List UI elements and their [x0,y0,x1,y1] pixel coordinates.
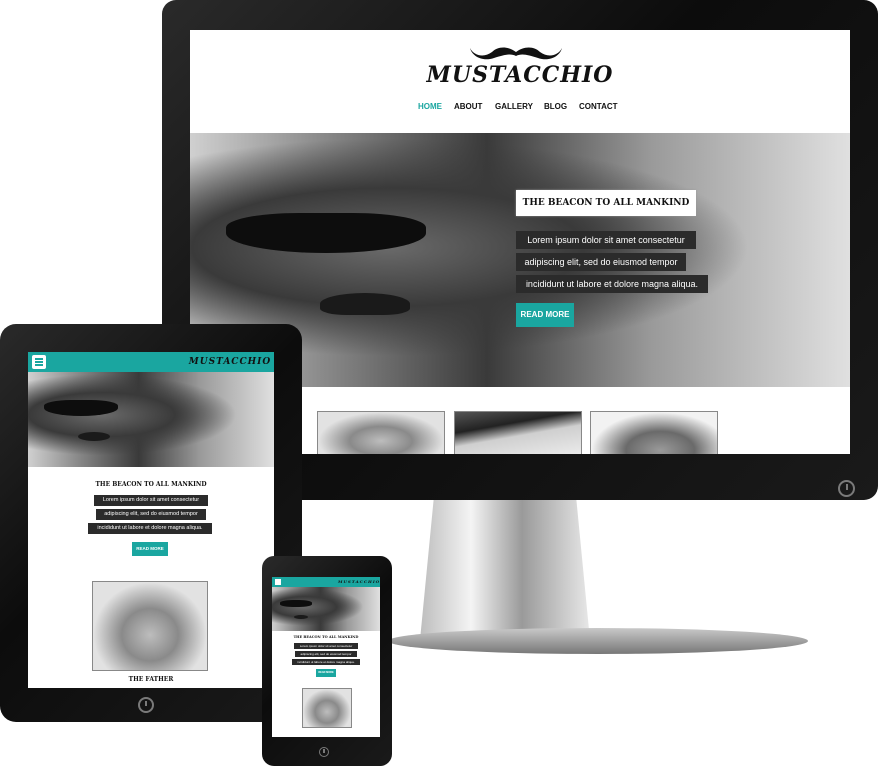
tablet-line-3: incididunt ut labore et dolore magna ali… [88,523,212,534]
tablet-screen: MUSTACCHIO THE BEACON TO ALL MANKIND Lor… [28,352,274,688]
tablet-hero-title: THE BEACON TO ALL MANKIND [95,481,207,488]
monitor-stand [420,500,590,640]
hero-line-3: incididunt ut labore et dolore magna ali… [516,275,708,293]
tablet-feature-image [92,581,208,671]
tablet-hero-image [28,372,274,467]
tablet-logo[interactable]: MUSTACCHIO [188,357,272,367]
nav-home[interactable]: HOME [418,102,442,111]
gallery-thumb-3[interactable] [590,411,718,454]
monitor-base [388,628,808,654]
phone-hero-image [272,587,380,631]
mustache-icon [470,47,562,60]
phone-menu-icon[interactable] [275,579,281,585]
nav-blog[interactable]: BLOG [544,102,567,111]
hero-line-2: adipiscing elit, sed do eiusmod tempor [516,253,686,271]
nav-contact[interactable]: CONTACT [579,102,618,111]
tablet-power-icon[interactable] [138,697,154,713]
tablet-read-more-button[interactable]: READ MORE [132,542,168,556]
phone-logo[interactable]: MUSTACCHIO [338,579,379,584]
mustache-shape [320,293,410,315]
sunglasses-shape [226,213,426,253]
phone-read-more-button[interactable]: READ MORE [316,669,336,677]
hero-line-1: Lorem ipsum dolor sit amet consectetur [516,231,696,249]
tablet-feature-caption: THE FATHER [128,676,174,683]
phone-line-3: incididunt ut labore et dolore magna ali… [292,659,360,665]
nav-gallery[interactable]: GALLERY [495,102,533,111]
tablet-line-1: Lorem ipsum dolor sit amet consectetur [94,495,208,506]
phone-line-1: Lorem ipsum dolor sit amet consectetur [294,643,358,649]
gallery-thumb-2[interactable] [454,411,582,454]
hero-title: THE BEACON TO ALL MANKIND [522,198,690,208]
nav-about[interactable]: ABOUT [454,102,482,111]
tablet-menu-icon[interactable] [32,355,46,369]
site-logo[interactable]: MUSTACCHIO [420,62,620,88]
read-more-button[interactable]: READ MORE [516,303,574,327]
monitor-power-icon[interactable] [838,480,855,497]
phone-screen: MUSTACCHIO THE BEACON TO ALL MANKIND Lor… [272,577,380,737]
phone-hero-title: THE BEACON TO ALL MANKIND [293,635,359,639]
gallery-thumb-1[interactable] [317,411,445,454]
phone-power-icon[interactable] [319,747,329,757]
phone-line-2: adipiscing elit, sed do eiusmod tempor [295,651,357,657]
phone-feature-image [302,688,352,728]
tablet-line-2: adipiscing elit, sed do eiusmod tempor [96,509,206,520]
